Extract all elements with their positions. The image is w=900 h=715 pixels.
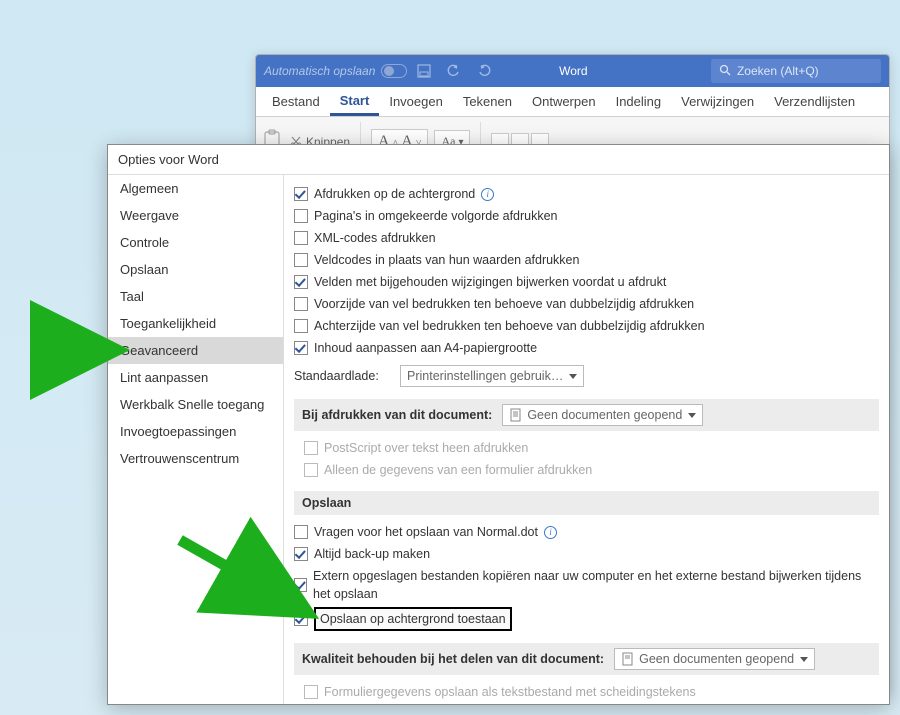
autosave-toggle[interactable] bbox=[381, 64, 407, 78]
option-row: Vragen voor het opslaan van Normal.dot i bbox=[294, 521, 879, 543]
option-row: Alleen de gegevens van een formulier afd… bbox=[294, 459, 879, 481]
nav-item-werkbalk-snelle-toegang[interactable]: Werkbalk Snelle toegang bbox=[108, 391, 283, 418]
option-label: Formuliergegevens opslaan als tekstbesta… bbox=[324, 683, 696, 701]
redo-icon[interactable] bbox=[471, 59, 497, 83]
default-tray-combo[interactable]: Printerinstellingen gebruik… bbox=[400, 365, 584, 387]
option-label: Voorzijde van vel bedrukken ten behoeve … bbox=[314, 295, 694, 313]
checkbox[interactable] bbox=[294, 209, 308, 223]
checkbox[interactable] bbox=[294, 319, 308, 333]
option-row: Achterzijde van vel bedrukken ten behoev… bbox=[294, 315, 879, 337]
option-row: Formuliergegevens opslaan als tekstbesta… bbox=[294, 681, 879, 703]
option-row: Veldcodes in plaats van hun waarden afdr… bbox=[294, 249, 879, 271]
option-label: Inhoud aanpassen aan A4-papiergrootte bbox=[314, 339, 537, 357]
option-row: Altijd back-up maken bbox=[294, 543, 879, 565]
nav-item-taal[interactable]: Taal bbox=[108, 283, 283, 310]
info-icon[interactable]: i bbox=[544, 526, 557, 539]
option-label: Vragen voor het opslaan van Normal.dot bbox=[314, 523, 538, 541]
checkbox[interactable] bbox=[294, 612, 308, 626]
tab-verzendlijsten[interactable]: Verzendlijsten bbox=[764, 89, 865, 114]
dialog-title: Opties voor Word bbox=[108, 145, 889, 175]
tab-bestand[interactable]: Bestand bbox=[262, 89, 330, 114]
option-row: Opslaan op achtergrond toestaan bbox=[294, 605, 879, 633]
tab-invoegen[interactable]: Invoegen bbox=[379, 89, 453, 114]
option-label: Opslaan op achtergrond toestaan bbox=[314, 607, 512, 631]
undo-icon[interactable] bbox=[441, 59, 467, 83]
option-row: Velden met bijgehouden wijzigingen bijwe… bbox=[294, 271, 879, 293]
nav-item-lint-aanpassen[interactable]: Lint aanpassen bbox=[108, 364, 283, 391]
option-row: Taalkundige gegevens insluiten bbox=[294, 703, 879, 704]
option-label: Extern opgeslagen bestanden kopiëren naa… bbox=[313, 567, 879, 603]
option-row: Voorzijde van vel bedrukken ten behoeve … bbox=[294, 293, 879, 315]
nav-item-opslaan[interactable]: Opslaan bbox=[108, 256, 283, 283]
info-icon[interactable]: i bbox=[481, 188, 494, 201]
option-label: PostScript over tekst heen afdrukken bbox=[324, 439, 528, 457]
nav-item-geavanceerd[interactable]: Geavanceerd bbox=[108, 337, 283, 364]
checkbox[interactable] bbox=[294, 297, 308, 311]
option-label: Pagina's in omgekeerde volgorde afdrukke… bbox=[314, 207, 558, 225]
nav-item-controle[interactable]: Controle bbox=[108, 229, 283, 256]
option-label: XML-codes afdrukken bbox=[314, 229, 436, 247]
options-content: Afdrukken op de achtergrond i Pagina's in … bbox=[284, 175, 889, 704]
tab-ontwerpen[interactable]: Ontwerpen bbox=[522, 89, 606, 114]
section-save: Opslaan bbox=[294, 491, 879, 515]
section-quality: Kwaliteit behouden bij het delen van dit… bbox=[294, 643, 879, 675]
save-icon[interactable] bbox=[411, 59, 437, 83]
tab-indeling[interactable]: Indeling bbox=[606, 89, 672, 114]
document-icon bbox=[621, 652, 635, 666]
checkbox[interactable] bbox=[294, 253, 308, 267]
options-nav: AlgemeenWeergaveControleOpslaanTaalToega… bbox=[108, 175, 284, 704]
nav-item-vertrouwenscentrum[interactable]: Vertrouwenscentrum bbox=[108, 445, 283, 472]
options-dialog: Opties voor Word AlgemeenWeergaveControl… bbox=[107, 144, 890, 705]
option-label: Afdrukken op de achtergrond bbox=[314, 185, 475, 203]
option-row: XML-codes afdrukken bbox=[294, 227, 879, 249]
checkbox[interactable] bbox=[294, 341, 308, 355]
option-label: Veldcodes in plaats van hun waarden afdr… bbox=[314, 251, 579, 269]
tab-tekenen[interactable]: Tekenen bbox=[453, 89, 522, 114]
quality-doc-combo[interactable]: Geen documenten geopend bbox=[614, 648, 815, 670]
nav-item-algemeen[interactable]: Algemeen bbox=[108, 175, 283, 202]
checkbox bbox=[304, 463, 318, 477]
tab-verwijzingen[interactable]: Verwijzingen bbox=[671, 89, 764, 114]
option-row: Inhoud aanpassen aan A4-papiergrootte bbox=[294, 337, 879, 359]
checkbox[interactable] bbox=[294, 525, 308, 539]
search-box[interactable]: Zoeken (Alt+Q) bbox=[711, 59, 881, 83]
document-title: Word bbox=[559, 64, 587, 78]
checkbox bbox=[304, 441, 318, 455]
document-icon bbox=[509, 408, 523, 422]
option-label: Alleen de gegevens van een formulier afd… bbox=[324, 461, 592, 479]
option-row: PostScript over tekst heen afdrukken bbox=[294, 437, 879, 459]
section-print-doc: Bij afdrukken van dit document: Geen doc… bbox=[294, 399, 879, 431]
option-row: Afdrukken op de achtergrond i bbox=[294, 183, 879, 205]
print-doc-combo[interactable]: Geen documenten geopend bbox=[502, 404, 703, 426]
checkbox[interactable] bbox=[294, 231, 308, 245]
option-row: Extern opgeslagen bestanden kopiëren naa… bbox=[294, 565, 879, 605]
autosave-label: Automatisch opslaan bbox=[264, 64, 375, 78]
option-label: Velden met bijgehouden wijzigingen bijwe… bbox=[314, 273, 666, 291]
checkbox bbox=[304, 685, 318, 699]
checkbox[interactable] bbox=[294, 275, 308, 289]
checkbox[interactable] bbox=[294, 578, 307, 592]
option-row: Pagina's in omgekeerde volgorde afdrukke… bbox=[294, 205, 879, 227]
ribbon-tabs: Bestand Start Invoegen Tekenen Ontwerpen… bbox=[256, 87, 889, 117]
checkbox[interactable] bbox=[294, 547, 308, 561]
option-label: Altijd back-up maken bbox=[314, 545, 430, 563]
tab-start[interactable]: Start bbox=[330, 88, 380, 116]
option-label: Achterzijde van vel bedrukken ten behoev… bbox=[314, 317, 705, 335]
search-placeholder: Zoeken (Alt+Q) bbox=[737, 64, 819, 78]
default-tray-label: Standaardlade: bbox=[294, 367, 394, 385]
nav-item-weergave[interactable]: Weergave bbox=[108, 202, 283, 229]
checkbox[interactable] bbox=[294, 187, 308, 201]
title-bar: Automatisch opslaan Word Zoeken (Alt+Q) bbox=[256, 55, 889, 87]
nav-item-toegankelijkheid[interactable]: Toegankelijkheid bbox=[108, 310, 283, 337]
nav-item-invoegtoepassingen[interactable]: Invoegtoepassingen bbox=[108, 418, 283, 445]
search-icon bbox=[719, 64, 731, 79]
